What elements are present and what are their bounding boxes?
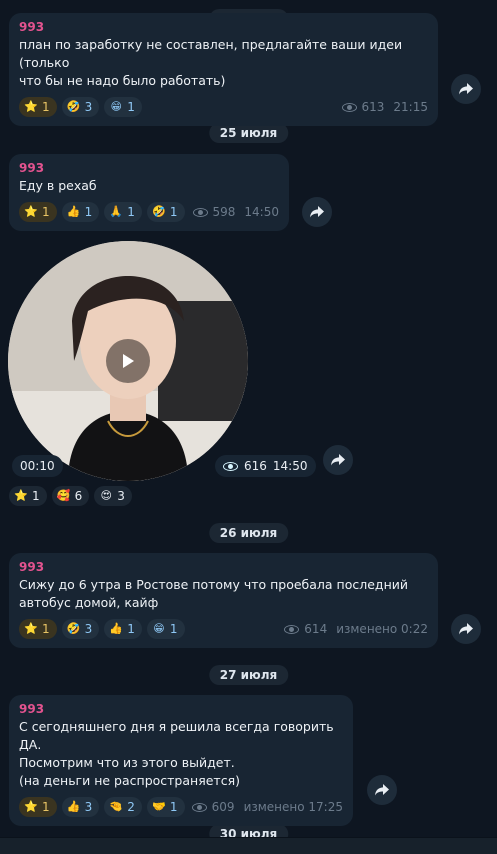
views-count: 616 bbox=[244, 459, 267, 473]
post-text: план по заработку не составлен, предлага… bbox=[19, 37, 403, 88]
share-arrow-icon bbox=[375, 784, 389, 796]
post-author[interactable]: 993 bbox=[19, 560, 428, 575]
views-icon bbox=[192, 207, 208, 217]
rofl-icon: 🤣 bbox=[152, 205, 166, 218]
reaction-star[interactable]: ⭐ 1 bbox=[19, 797, 57, 817]
share-arrow-icon bbox=[459, 83, 473, 95]
reaction-rofl[interactable]: 🤣 1 bbox=[146, 202, 185, 222]
date-separator: 27 июля bbox=[208, 665, 289, 685]
reactions: ⭐ 1 🤣 3 👍 1 😁 1 bbox=[19, 619, 185, 639]
share-button[interactable] bbox=[302, 197, 332, 227]
views-count: 598 bbox=[212, 205, 236, 219]
reaction-grin[interactable]: 😁 1 bbox=[104, 97, 142, 117]
date-separator: 25 июля bbox=[208, 123, 289, 143]
handshake-icon: 🤝 bbox=[152, 800, 166, 813]
post-text: Сижу до 6 утра в Ростове потому что прое… bbox=[19, 577, 408, 610]
share-arrow-icon bbox=[331, 454, 345, 466]
post-meta: 609 изменено 17:25 bbox=[191, 800, 343, 814]
reactions: ⭐ 1 👍 3 🤏 2 🤝 1 bbox=[19, 797, 185, 817]
post-time: 21:15 bbox=[393, 100, 428, 114]
reactions: ⭐ 1 🥰 6 😍 3 bbox=[9, 486, 132, 506]
reaction-star[interactable]: ⭐ 1 bbox=[9, 486, 47, 506]
star-icon: ⭐ bbox=[24, 205, 38, 218]
views-icon bbox=[341, 102, 357, 112]
post-time: изменено 17:25 bbox=[243, 800, 343, 814]
reaction-star[interactable]: ⭐ 1 bbox=[19, 619, 57, 639]
views-icon bbox=[284, 624, 300, 634]
pinching-hand-icon: 🤏 bbox=[109, 800, 124, 813]
reaction-thumbs-up[interactable]: 👍 1 bbox=[104, 619, 142, 639]
thumbs-up-icon: 👍 bbox=[66, 800, 81, 813]
star-icon: ⭐ bbox=[14, 489, 28, 502]
rofl-icon: 🤣 bbox=[66, 622, 81, 635]
views-icon bbox=[191, 802, 207, 812]
reaction-star[interactable]: ⭐ 1 bbox=[19, 97, 57, 117]
star-icon: ⭐ bbox=[24, 800, 38, 813]
share-button[interactable] bbox=[323, 445, 353, 475]
reaction-pray[interactable]: 🙏 1 bbox=[104, 202, 142, 222]
views-count: 609 bbox=[211, 800, 235, 814]
post-time: 14:50 bbox=[272, 459, 308, 473]
post-time: изменено 0:22 bbox=[336, 622, 428, 636]
post-meta: 598 14:50 bbox=[192, 205, 279, 219]
views-icon bbox=[223, 461, 238, 471]
post-meta: 614 изменено 0:22 bbox=[284, 622, 428, 636]
post-meta: 613 21:15 bbox=[341, 100, 428, 114]
post-author[interactable]: 993 bbox=[19, 702, 343, 717]
play-button[interactable] bbox=[106, 339, 150, 383]
reaction-thumbs-up[interactable]: 👍 3 bbox=[61, 797, 100, 817]
reaction-star[interactable]: ⭐ 1 bbox=[19, 202, 57, 222]
rofl-icon: 🤣 bbox=[66, 100, 81, 113]
channel-post[interactable]: 993 план по заработку не составлен, пред… bbox=[9, 13, 438, 126]
reaction-pinching-hand[interactable]: 🤏 2 bbox=[104, 797, 142, 817]
views-count: 614 bbox=[304, 622, 328, 636]
video-meta: 616 14:50 bbox=[215, 455, 316, 477]
thumbs-up-icon: 👍 bbox=[66, 205, 81, 218]
reactions: ⭐ 1 👍 1 🙏 1 🤣 1 bbox=[19, 202, 185, 222]
share-button[interactable] bbox=[367, 775, 397, 805]
video-note[interactable] bbox=[8, 241, 248, 481]
share-button[interactable] bbox=[451, 74, 481, 104]
post-text: С сегодняшнего дня я решила всегда говор… bbox=[19, 719, 334, 788]
reaction-handshake[interactable]: 🤝 1 bbox=[146, 797, 185, 817]
grin-icon: 😁 bbox=[110, 100, 123, 113]
views-count: 613 bbox=[361, 100, 385, 114]
date-separator: 26 июля bbox=[208, 523, 289, 543]
reactions: ⭐ 1 🤣 3 😁 1 bbox=[19, 97, 142, 117]
video-duration: 00:10 bbox=[12, 455, 63, 477]
thumbs-up-icon: 👍 bbox=[109, 622, 124, 635]
hearts-face-icon: 🥰 bbox=[56, 489, 71, 502]
reaction-rofl[interactable]: 🤣 3 bbox=[61, 619, 100, 639]
star-icon: ⭐ bbox=[24, 100, 38, 113]
pray-icon: 🙏 bbox=[109, 205, 124, 218]
share-arrow-icon bbox=[459, 623, 473, 635]
grin-icon: 😁 bbox=[153, 622, 165, 635]
channel-post[interactable]: 993 С сегодняшнего дня я решила всегда г… bbox=[9, 695, 353, 826]
bottom-bar bbox=[0, 837, 497, 854]
share-button[interactable] bbox=[451, 614, 481, 644]
post-time: 14:50 bbox=[244, 205, 279, 219]
reaction-heart-eyes[interactable]: 😍 3 bbox=[94, 486, 132, 506]
heart-eyes-icon: 😍 bbox=[100, 489, 113, 502]
reaction-rofl[interactable]: 🤣 3 bbox=[61, 97, 100, 117]
post-author[interactable]: 993 bbox=[19, 161, 279, 176]
play-icon bbox=[123, 354, 134, 368]
share-arrow-icon bbox=[310, 206, 324, 218]
post-author[interactable]: 993 bbox=[19, 20, 428, 35]
channel-post[interactable]: 993 Сижу до 6 утра в Ростове потому что … bbox=[9, 553, 438, 648]
star-icon: ⭐ bbox=[24, 622, 38, 635]
reaction-hearts-face[interactable]: 🥰 6 bbox=[51, 486, 90, 506]
channel-post[interactable]: 993 Еду в рехаб ⭐ 1 👍 1 🙏 1 🤣 1 598 14:50 bbox=[9, 154, 289, 231]
reaction-thumbs-up[interactable]: 👍 1 bbox=[61, 202, 100, 222]
reaction-grin[interactable]: 😁 1 bbox=[146, 619, 185, 639]
post-text: Еду в рехаб bbox=[19, 178, 97, 193]
